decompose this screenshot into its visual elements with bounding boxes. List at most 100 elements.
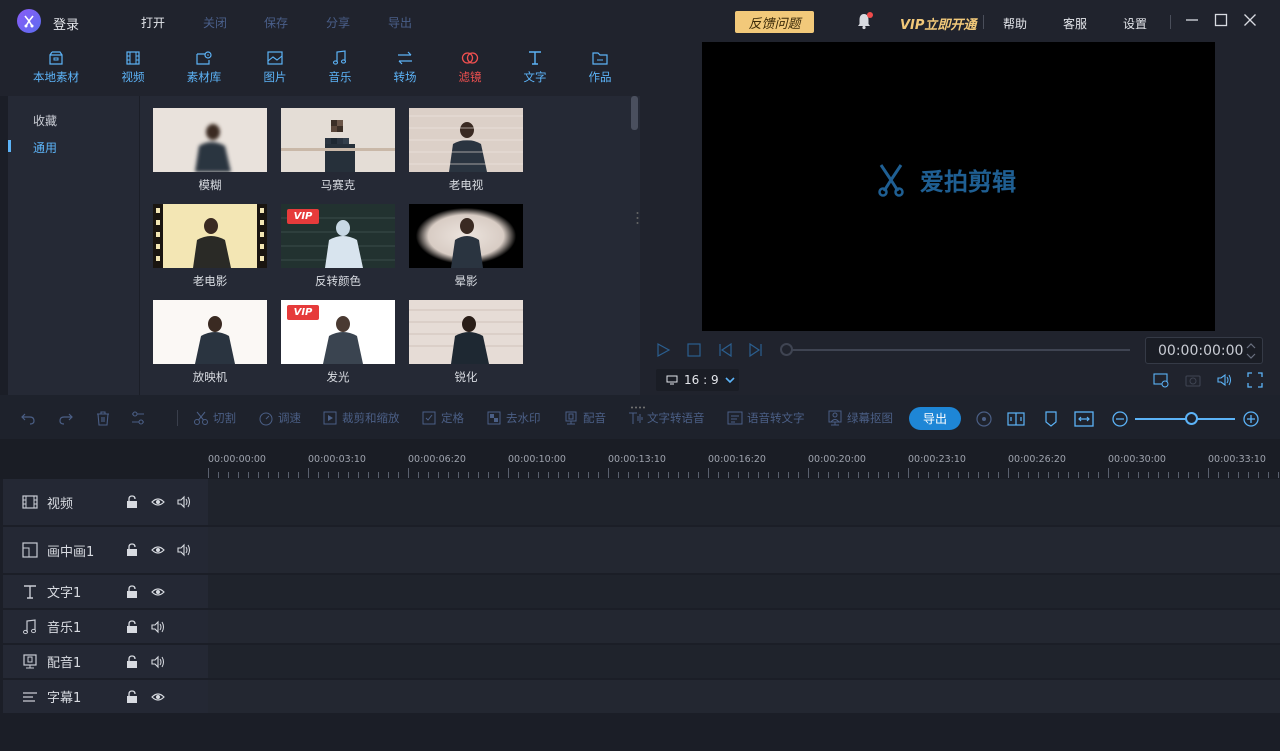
- track-header-video[interactable]: 视频: [3, 479, 208, 525]
- lock-icon[interactable]: [125, 654, 139, 669]
- adjust-icon[interactable]: [130, 410, 146, 426]
- lock-icon[interactable]: [125, 543, 139, 557]
- track-header-pip[interactable]: 画中画1: [3, 527, 208, 573]
- track-header-dub[interactable]: 配音1: [3, 645, 208, 678]
- eye-icon[interactable]: [151, 543, 165, 557]
- filter-thumb-mosaic[interactable]: [281, 108, 395, 172]
- tool-speed[interactable]: 调速: [258, 410, 301, 426]
- menu-close[interactable]: 关闭: [203, 14, 227, 31]
- speaker-icon[interactable]: [151, 620, 165, 634]
- maximize-icon[interactable]: [1213, 12, 1229, 28]
- next-frame-icon[interactable]: [748, 342, 764, 358]
- filter-thumb-old-tv[interactable]: [409, 108, 523, 172]
- playback-knob[interactable]: [780, 343, 793, 356]
- category-video[interactable]: 视频: [103, 50, 163, 90]
- category-music[interactable]: 音乐: [310, 50, 370, 90]
- sidebar-item-common[interactable]: 通用: [33, 139, 57, 156]
- settings-button[interactable]: 设置: [1123, 15, 1147, 32]
- toolbar-grip[interactable]: [630, 398, 648, 409]
- preview-settings-icon[interactable]: [1153, 372, 1169, 388]
- lock-icon[interactable]: [125, 584, 139, 599]
- speaker-icon[interactable]: [177, 543, 191, 557]
- tool-crop[interactable]: 裁剪和缩放: [322, 410, 400, 426]
- play-icon[interactable]: [655, 342, 671, 358]
- feedback-button[interactable]: 反馈问题: [735, 11, 814, 33]
- track-header-subtitle[interactable]: 字幕1: [3, 680, 208, 713]
- eye-icon[interactable]: [151, 495, 165, 509]
- fit-timeline-icon[interactable]: [1074, 410, 1094, 428]
- fullscreen-icon[interactable]: [1247, 372, 1263, 388]
- category-text[interactable]: 文字: [505, 50, 565, 90]
- tool-cut[interactable]: 切割: [193, 410, 236, 426]
- menu-save[interactable]: 保存: [264, 14, 288, 31]
- speed-icon: [259, 412, 273, 426]
- prev-frame-icon[interactable]: [717, 342, 733, 358]
- filter-thumb-blur[interactable]: [153, 108, 267, 172]
- eye-icon[interactable]: [151, 690, 165, 704]
- filter-thumb-projector[interactable]: [153, 300, 267, 364]
- track-header-music[interactable]: 音乐1: [3, 610, 208, 643]
- category-image[interactable]: 图片: [245, 50, 305, 90]
- login-button[interactable]: 登录: [53, 14, 79, 33]
- track-lane-pip[interactable]: [208, 527, 1280, 573]
- filter-thumb-vignette[interactable]: [409, 204, 523, 268]
- help-button[interactable]: 帮助: [1003, 15, 1027, 32]
- eye-icon[interactable]: [151, 585, 165, 599]
- aspect-ratio-select[interactable]: 16 : 9: [656, 369, 739, 391]
- track-lane-music[interactable]: [208, 610, 1280, 643]
- category-library[interactable]: 素材库: [174, 50, 234, 90]
- category-works[interactable]: 作品: [570, 50, 630, 90]
- speaker-icon[interactable]: [151, 655, 165, 669]
- tool-watermark[interactable]: 去水印: [486, 410, 541, 426]
- tool-tts[interactable]: 文字转语音: [627, 410, 705, 426]
- filter-thumb-old-film[interactable]: [153, 204, 267, 268]
- timecode-stepper-icon[interactable]: [1246, 342, 1256, 360]
- sidebar-item-favorites[interactable]: 收藏: [33, 112, 57, 129]
- filter-thumb-sharpen[interactable]: [409, 300, 523, 364]
- category-filter[interactable]: 滤镜: [440, 50, 500, 90]
- menu-export[interactable]: 导出: [388, 14, 412, 31]
- zoom-slider-knob[interactable]: [1185, 412, 1198, 425]
- filter-thumb-glow[interactable]: VIP: [281, 300, 395, 364]
- zoom-out-icon[interactable]: [1111, 410, 1129, 428]
- tool-stt[interactable]: 语音转文字: [727, 410, 805, 426]
- playback-progress[interactable]: [787, 349, 1130, 351]
- vip-open-button[interactable]: VIP立即开通: [900, 14, 976, 33]
- lock-icon[interactable]: [125, 619, 139, 634]
- tool-dub[interactable]: 配音: [563, 410, 606, 426]
- category-transition[interactable]: 转场: [375, 50, 435, 90]
- lock-icon[interactable]: [125, 689, 139, 704]
- split-view-icon[interactable]: [1007, 410, 1025, 428]
- filter-label: 老电视: [448, 178, 484, 192]
- lock-icon[interactable]: [125, 495, 139, 509]
- service-button[interactable]: 客服: [1063, 15, 1087, 32]
- speaker-icon[interactable]: [177, 495, 191, 509]
- category-label: 图片: [263, 70, 287, 84]
- snapshot-icon[interactable]: [975, 410, 993, 428]
- zoom-in-icon[interactable]: [1242, 410, 1260, 428]
- menu-open[interactable]: 打开: [141, 14, 165, 31]
- filter-thumb-invert[interactable]: VIP: [281, 204, 395, 268]
- stop-icon[interactable]: [686, 342, 702, 358]
- marker-icon[interactable]: [1042, 410, 1060, 428]
- track-header-text[interactable]: 文字1: [3, 575, 208, 608]
- close-icon[interactable]: [1242, 12, 1258, 28]
- minimize-icon[interactable]: [1184, 12, 1200, 28]
- track-lane-text[interactable]: [208, 575, 1280, 608]
- menu-share[interactable]: 分享: [326, 14, 350, 31]
- track-lane-subtitle[interactable]: [208, 680, 1280, 713]
- export-button[interactable]: 导出: [909, 407, 961, 430]
- category-local-media[interactable]: 本地素材: [26, 50, 86, 90]
- track-lane-video[interactable]: [208, 479, 1280, 525]
- filter-scrollbar[interactable]: [631, 96, 638, 130]
- tool-freeze[interactable]: 定格: [421, 410, 464, 426]
- volume-icon[interactable]: [1216, 372, 1232, 388]
- undo-icon[interactable]: [20, 410, 36, 426]
- screenshot-icon[interactable]: [1185, 372, 1201, 388]
- aspect-ratio-value: 16 : 9: [684, 373, 719, 387]
- panel-splitter-handle[interactable]: [636, 210, 639, 226]
- delete-icon[interactable]: [95, 410, 111, 426]
- track-lane-dub[interactable]: [208, 645, 1280, 678]
- tool-greenscreen[interactable]: 绿幕抠图: [827, 410, 893, 426]
- redo-icon[interactable]: [58, 410, 74, 426]
